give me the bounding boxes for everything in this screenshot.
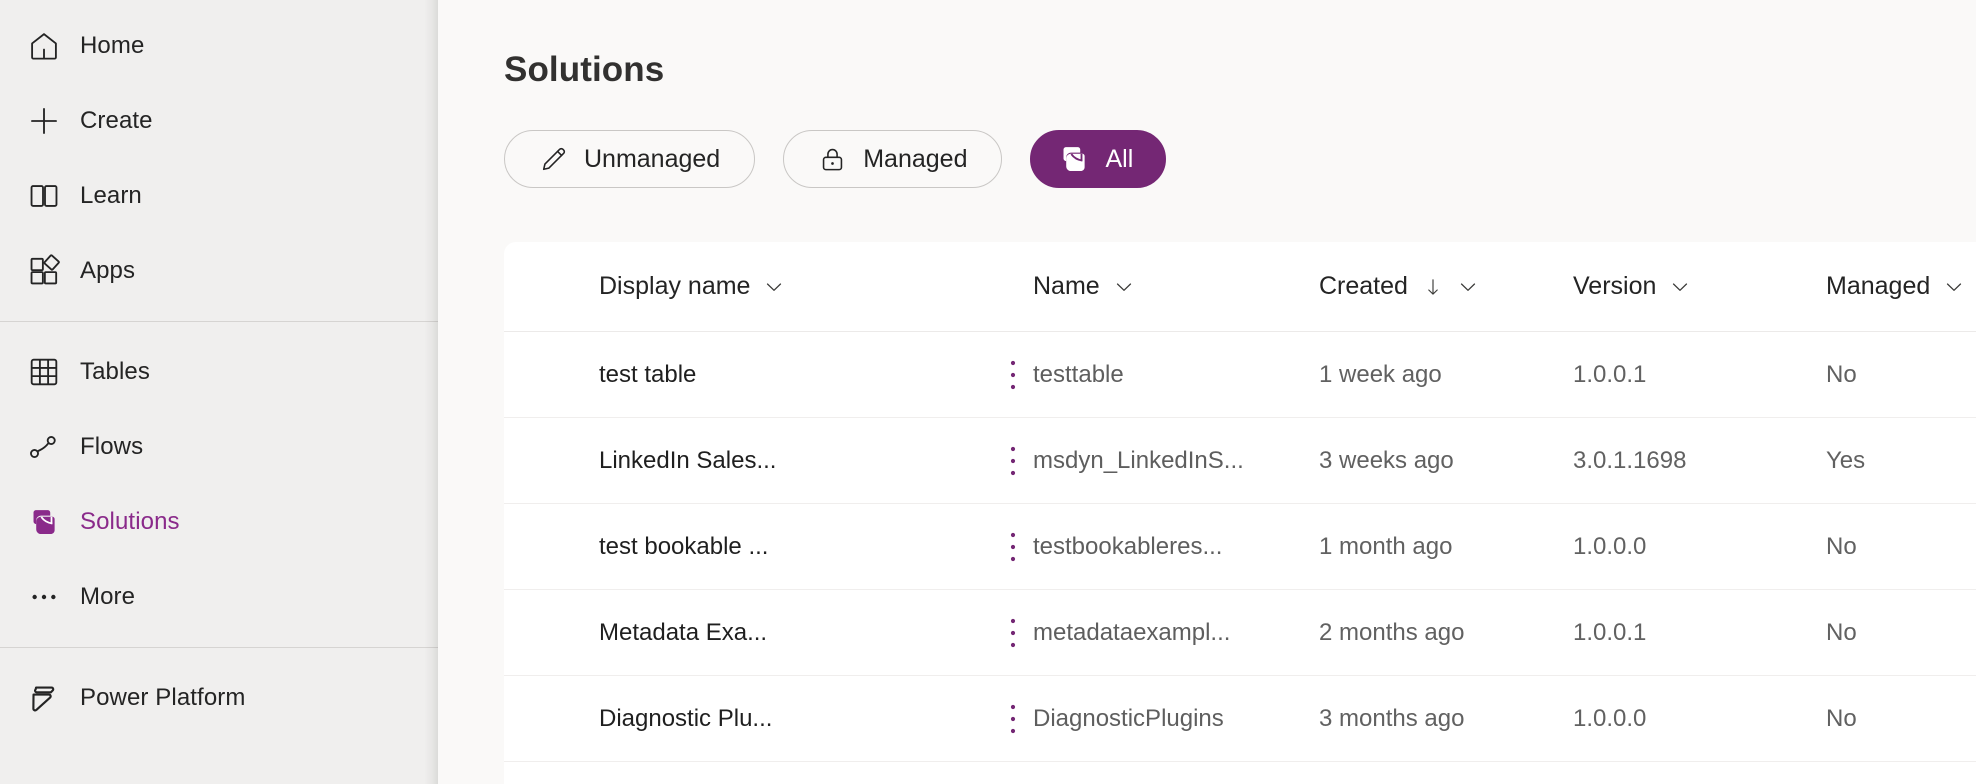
- cell-display-name: Diagnostic Plu...: [599, 706, 773, 731]
- filter-all-button[interactable]: All: [1030, 130, 1167, 188]
- table-row[interactable]: Diagnostic Plu... DiagnosticPlugins 3 mo…: [504, 676, 1976, 762]
- more-vertical-icon[interactable]: [992, 613, 1033, 653]
- apps-icon: [8, 254, 80, 288]
- solutions-table: Display name Name Created Version Manage…: [504, 242, 1976, 784]
- sidebar-divider-bottom: [0, 646, 438, 648]
- cell-name: testtable: [1033, 362, 1124, 387]
- table-row[interactable]: test table testtable 1 week ago 1.0.0.1 …: [504, 332, 1976, 418]
- cell-version: 1.0.0.1: [1573, 362, 1647, 387]
- filter-unmanaged-button[interactable]: Unmanaged: [504, 130, 756, 188]
- sidebar-item-label: Solutions: [80, 508, 180, 536]
- solution-filter-bar: Unmanaged Managed All: [504, 130, 1167, 188]
- cell-name: metadataexampl...: [1033, 620, 1231, 645]
- sidebar-item-tables[interactable]: Tables: [0, 334, 438, 409]
- cell-managed: Yes: [1826, 448, 1866, 473]
- filter-label: Managed: [863, 144, 968, 173]
- column-header-name[interactable]: Name: [1033, 274, 1319, 299]
- more-vertical-icon[interactable]: [992, 441, 1033, 481]
- sidebar-item-label: Learn: [80, 182, 142, 210]
- home-icon: [8, 29, 80, 63]
- filter-label: Unmanaged: [584, 144, 721, 173]
- sidebar-item-label: Tables: [80, 357, 150, 385]
- chevron-down-icon: [1112, 275, 1136, 299]
- column-header-created[interactable]: Created: [1319, 274, 1573, 299]
- sidebar-item-create[interactable]: Create: [0, 83, 438, 158]
- sidebar-item-label: Power Platform: [80, 683, 246, 711]
- chevron-down-icon: [1668, 275, 1692, 299]
- cell-managed: No: [1826, 362, 1857, 387]
- table-header-row: Display name Name Created Version Manage…: [504, 242, 1976, 332]
- column-header-managed[interactable]: Managed: [1826, 274, 1976, 299]
- sidebar-item-label: Home: [80, 31, 145, 59]
- filter-label: All: [1105, 144, 1134, 173]
- cell-display-name: LinkedIn Sales...: [599, 448, 777, 473]
- cell-managed: No: [1826, 620, 1857, 645]
- table-grid-icon: [8, 355, 80, 389]
- sidebar-bottom-pad: [0, 735, 438, 784]
- pencil-icon: [539, 145, 568, 174]
- column-header-display-name[interactable]: Display name: [599, 274, 992, 299]
- column-header-label: Created: [1319, 272, 1408, 300]
- cell-created: 1 week ago: [1319, 362, 1442, 387]
- cell-managed: No: [1826, 534, 1857, 559]
- more-vertical-icon[interactable]: [992, 355, 1033, 395]
- cell-created: 3 weeks ago: [1319, 448, 1454, 473]
- sidebar-item-solutions[interactable]: Solutions: [0, 484, 438, 559]
- column-header-label: Managed: [1826, 272, 1931, 300]
- sort-descending-icon: [1422, 276, 1444, 298]
- solutions-icon: [8, 505, 80, 539]
- cell-version: 3.0.1.1698: [1573, 448, 1687, 473]
- cell-version: 1.0.0.0: [1573, 706, 1647, 731]
- page-title: Solutions: [504, 50, 665, 89]
- sidebar-divider-top: [0, 321, 438, 322]
- solutions-icon: [1057, 142, 1091, 176]
- book-icon: [8, 179, 80, 213]
- table-row[interactable]: Metadata Exa... metadataexampl... 2 mont…: [504, 590, 1976, 676]
- cell-display-name: test table: [599, 362, 697, 387]
- more-vertical-icon[interactable]: [992, 527, 1033, 567]
- table-row[interactable]: LinkedIn Sales... msdyn_LinkedInS... 3 w…: [504, 418, 1976, 504]
- flows-icon: [8, 430, 80, 464]
- column-header-label: Display name: [599, 272, 751, 300]
- app-root: Home Create Learn Apps Tables Flows Solu…: [0, 0, 1976, 784]
- cell-display-name: test bookable ...: [599, 534, 769, 559]
- column-header-version[interactable]: Version: [1573, 274, 1826, 299]
- main-content: Solutions Unmanaged Managed All Display …: [438, 0, 1976, 784]
- column-header-label: Name: [1033, 272, 1100, 300]
- cell-name: DiagnosticPlugins: [1033, 706, 1224, 731]
- cell-created: 1 month ago: [1319, 534, 1453, 559]
- cell-name: msdyn_LinkedInS...: [1033, 448, 1244, 473]
- sidebar-item-label: More: [80, 583, 136, 611]
- cell-version: 1.0.0.0: [1573, 534, 1647, 559]
- sidebar-item-home[interactable]: Home: [0, 8, 438, 83]
- sidebar-item-apps[interactable]: Apps: [0, 234, 438, 309]
- chevron-down-icon: [1942, 275, 1966, 299]
- filter-managed-button[interactable]: Managed: [783, 130, 1003, 188]
- cell-created: 2 months ago: [1319, 620, 1465, 645]
- sidebar-item-more[interactable]: More: [0, 560, 438, 635]
- cell-created: 3 months ago: [1319, 706, 1465, 731]
- lock-icon: [818, 145, 847, 174]
- sidebar-item-label: Flows: [80, 432, 144, 460]
- chevron-down-icon: [762, 275, 786, 299]
- sidebar-item-learn[interactable]: Learn: [0, 159, 438, 234]
- power-platform-icon: [8, 681, 80, 715]
- cell-name: testbookableres...: [1033, 534, 1223, 559]
- more-vertical-icon[interactable]: [992, 699, 1033, 739]
- sidebar: Home Create Learn Apps Tables Flows Solu…: [0, 0, 438, 784]
- sidebar-item-power-platform[interactable]: Power Platform: [0, 660, 438, 735]
- column-header-label: Version: [1573, 272, 1657, 300]
- sidebar-item-label: Apps: [80, 257, 136, 285]
- cell-version: 1.0.0.1: [1573, 620, 1647, 645]
- sidebar-item-flows[interactable]: Flows: [0, 409, 438, 484]
- ellipsis-icon: [8, 580, 80, 614]
- table-row[interactable]: test bookable ... testbookableres... 1 m…: [504, 504, 1976, 590]
- chevron-down-icon: [1456, 275, 1480, 299]
- cell-display-name: Metadata Exa...: [599, 620, 768, 645]
- sidebar-item-label: Create: [80, 106, 153, 134]
- plus-icon: [8, 104, 80, 138]
- cell-managed: No: [1826, 706, 1857, 731]
